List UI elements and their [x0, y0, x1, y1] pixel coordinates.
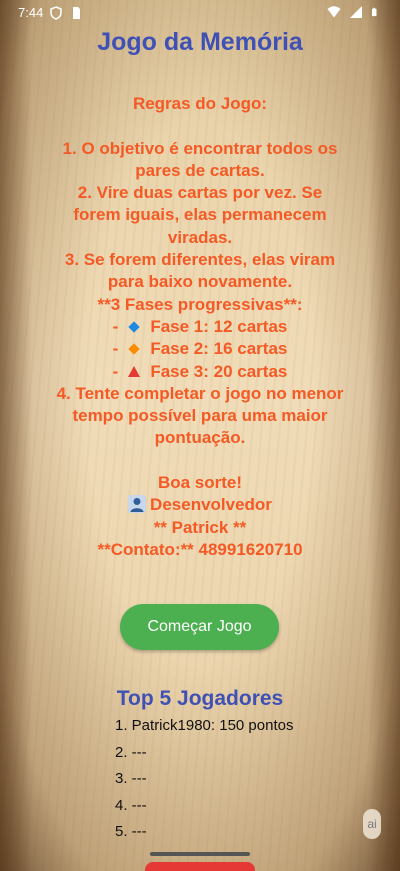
gesture-home-bar[interactable]: [150, 852, 250, 856]
leaderboard-entry: 3. ---: [115, 770, 147, 787]
leaderboard-entry: 1. Patrick1980: 150 pontos: [115, 717, 294, 734]
rule-line: 4. Tente completar o jogo no menor: [56, 383, 344, 403]
phase-item: - Fase 1: 12 cartas: [30, 316, 370, 338]
rule-line: tempo possível para uma maior: [72, 406, 328, 426]
leaderboard-entry: 5. ---: [115, 823, 147, 840]
assistant-bubble-icon[interactable]: ai: [363, 809, 381, 839]
rules-spacer: [30, 450, 370, 472]
person-icon: [128, 495, 147, 514]
wifi-icon: [327, 6, 341, 18]
good-luck-text: Boa sorte!: [157, 473, 243, 493]
start-game-button[interactable]: Começar Jogo: [120, 604, 279, 650]
rule-line: 1. O objetivo é encontrar todos os: [62, 138, 338, 158]
rules-panel: Regras do Jogo: 1. O objetivo é encontra…: [30, 93, 370, 561]
orange-diamond-icon: [128, 343, 140, 356]
leaderboard-entry: 4. ---: [115, 796, 147, 814]
rule-line: viradas.: [167, 227, 233, 247]
rule-line: para baixo novamente.: [107, 272, 293, 292]
phase-prefix: -: [112, 361, 119, 381]
rule-line: pares de cartas.: [135, 160, 265, 180]
phase-item: - Fase 2: 16 cartas: [30, 338, 370, 360]
rules-heading: Regras do Jogo:: [132, 94, 268, 113]
phase-label: Fase 3: 20 cartas: [150, 361, 288, 381]
battery-icon: [371, 7, 377, 17]
phases-heading: **3 Fases progressivas**:: [97, 294, 303, 314]
status-bar: 7:44: [0, 0, 400, 26]
rule-line: forem iguais, elas permanecem: [73, 205, 327, 225]
rules-spacer: [30, 115, 370, 137]
signal-icon: [350, 6, 362, 18]
blue-diamond-icon: [128, 321, 140, 333]
sim-card-icon: [73, 6, 81, 19]
bottom-sheet-peek: [145, 862, 255, 871]
status-left: 7:44: [18, 5, 83, 20]
rule-line: 2. Vire duas cartas por vez. Se: [77, 183, 323, 203]
developer-label: Desenvolvedor: [150, 495, 272, 515]
status-time: 7:44: [18, 5, 44, 20]
contact-text: **Contato:** 48991620710: [97, 539, 303, 559]
developer-name: ** Patrick **: [153, 517, 247, 537]
status-right: [327, 5, 380, 19]
rule-line: 3. Se forem diferentes, elas viram: [64, 250, 336, 270]
leaderboard-title: Top 5 Jogadores: [116, 687, 284, 710]
phase-label: Fase 2: 16 cartas: [150, 339, 288, 359]
phase-label: Fase 1: 12 cartas: [150, 316, 288, 336]
phase-prefix: -: [112, 316, 119, 336]
page-title: Jogo da Memória: [97, 28, 303, 56]
leaderboard-entry: 2. ---: [115, 743, 147, 761]
rule-line: pontuação.: [154, 428, 246, 448]
shield-icon: [50, 5, 63, 20]
developer-line: Desenvolvedor: [30, 494, 370, 516]
phase-item: - Fase 3: 20 cartas: [30, 361, 370, 383]
app-screen: 7:44 Jogo da Memória Regras do Jogo: 1. …: [0, 0, 400, 871]
leaderboard-list: 1. Patrick1980: 150 pontos 2. --- 3. ---…: [115, 716, 375, 849]
phase-prefix: -: [112, 339, 119, 359]
red-triangle-icon: [128, 366, 141, 378]
